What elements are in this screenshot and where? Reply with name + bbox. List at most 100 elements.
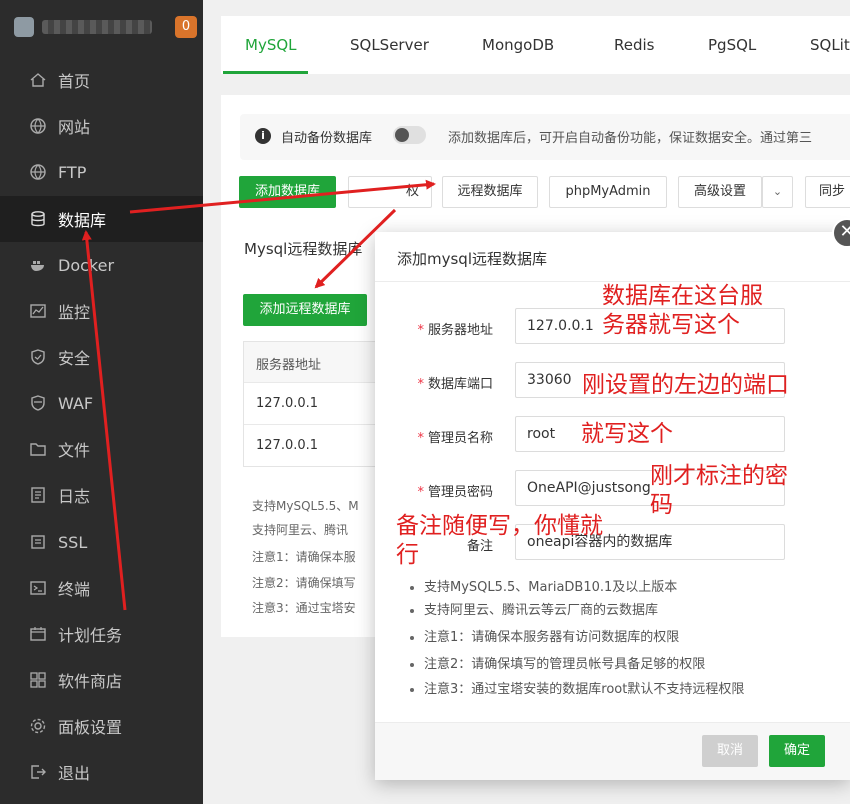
background-tip: 注意2：请确保填写 bbox=[252, 576, 356, 590]
ssl-icon bbox=[31, 535, 45, 549]
tab-mongodb[interactable]: MongoDB bbox=[482, 36, 554, 54]
db-port-label: * 数据库端口 bbox=[417, 377, 493, 392]
globe-icon bbox=[30, 164, 46, 180]
sidebar-item-waf[interactable]: WAF bbox=[0, 380, 203, 426]
modal-tip: 注意2：请确保填写的管理员帐号具备足够的权限 bbox=[410, 653, 705, 672]
sidebar-item-label: 计划任务 bbox=[58, 626, 123, 645]
apps-icon bbox=[30, 672, 46, 688]
sidebar-item-label: WAF bbox=[58, 393, 94, 413]
confirm-button[interactable]: 确定 bbox=[769, 735, 825, 767]
sidebar-item-label: 首页 bbox=[58, 72, 91, 91]
background-tip: 注意1：请确保本服 bbox=[252, 550, 356, 564]
remote-db-table: 服务器地址 127.0.0.1 127.0.0.1 bbox=[243, 341, 383, 467]
docker-icon bbox=[31, 261, 44, 271]
auto-backup-text: 添加数据库后，可开启自动备份功能，保证数据安全。通过第三 bbox=[448, 131, 813, 146]
admin-name-label: * 管理员名称 bbox=[417, 431, 493, 446]
annotation-server: 数据库在这台服 务器就写这个 bbox=[602, 283, 763, 338]
logo-icon bbox=[14, 17, 34, 37]
permission-button[interactable]: 权 bbox=[348, 176, 432, 208]
sidebar-header: 0 bbox=[0, 0, 203, 56]
tab-redis[interactable]: Redis bbox=[614, 36, 654, 54]
monitor-icon bbox=[30, 304, 46, 318]
annotation-port: 刚设置的左边的端口 bbox=[582, 372, 789, 398]
tab-mysql[interactable]: MySQL bbox=[245, 36, 297, 54]
modal-tip: 注意1：请确保本服务器有访问数据库的权限 bbox=[410, 626, 679, 645]
auto-backup-toggle[interactable] bbox=[393, 126, 426, 144]
sidebar-item-label: 网站 bbox=[58, 118, 91, 137]
sidebar-item-ftp[interactable]: FTP bbox=[0, 149, 203, 195]
server-address-label: * 服务器地址 bbox=[417, 323, 493, 338]
shield-icon bbox=[31, 349, 45, 365]
sidebar-item-label: 日志 bbox=[58, 487, 91, 506]
info-icon: i bbox=[255, 128, 271, 144]
tab-sqlserver[interactable]: SQLServer bbox=[350, 36, 429, 54]
admin-password-label: * 管理员密码 bbox=[417, 485, 493, 500]
gear-icon bbox=[30, 718, 46, 734]
phpmyadmin-button[interactable]: phpMyAdmin bbox=[549, 176, 667, 208]
sidebar-item-label: 软件商店 bbox=[58, 672, 123, 691]
sidebar-item-monitor[interactable]: 监控 bbox=[0, 288, 203, 334]
sidebar-item-database[interactable]: 数据库 bbox=[0, 196, 203, 242]
sidebar-item-label: 安全 bbox=[58, 349, 91, 368]
calendar-icon bbox=[30, 627, 46, 641]
sidebar-item-docker[interactable]: Docker bbox=[0, 242, 203, 288]
sidebar-item-security[interactable]: 安全 bbox=[0, 334, 203, 380]
sidebar-item-cron[interactable]: 计划任务 bbox=[0, 611, 203, 657]
home-icon bbox=[30, 73, 46, 87]
sync-button[interactable]: 同步 bbox=[805, 176, 850, 208]
log-icon bbox=[31, 487, 45, 503]
sidebar-item-label: 文件 bbox=[58, 441, 91, 460]
add-database-button[interactable]: 添加数据库 bbox=[239, 176, 336, 208]
sidebar-item-home[interactable]: 首页 bbox=[0, 57, 203, 103]
modal-title: 添加mysql远程数据库 bbox=[397, 250, 547, 268]
sidebar-item-label: 退出 bbox=[58, 764, 91, 783]
sidebar-item-logs[interactable]: 日志 bbox=[0, 472, 203, 518]
auto-backup-label: 自动备份数据库 bbox=[281, 131, 373, 146]
modal-tip: 支持阿里云、腾讯云等云厂商的云数据库 bbox=[410, 599, 658, 618]
waf-shield-icon bbox=[31, 395, 45, 411]
sidebar-item-terminal[interactable]: 终端 bbox=[0, 565, 203, 611]
active-tab-indicator bbox=[223, 71, 308, 74]
sidebar-item-logout[interactable]: 退出 bbox=[0, 749, 203, 795]
annotation-username: 就写这个 bbox=[581, 421, 673, 447]
sidebar-item-website[interactable]: 网站 bbox=[0, 103, 203, 149]
logout-icon bbox=[31, 765, 46, 779]
table-row: 127.0.0.1 bbox=[244, 424, 382, 466]
chevron-down-icon: ⌄ bbox=[772, 185, 783, 198]
sidebar-item-label: Docker bbox=[58, 255, 115, 275]
notification-badge[interactable]: 0 bbox=[175, 16, 197, 38]
sidebar-item-label: 终端 bbox=[58, 580, 91, 599]
close-icon: ✕ bbox=[839, 221, 850, 242]
background-tip: 支持MySQL5.5、M bbox=[252, 499, 359, 513]
add-remote-database-button[interactable]: 添加远程数据库 bbox=[243, 294, 367, 326]
advanced-settings-button[interactable]: 高级设置 bbox=[678, 176, 762, 208]
terminal-icon bbox=[30, 581, 46, 595]
sidebar: 0 首页 网站 FTP 数据库 Docker 监控 安全 WAF 文件 日志 S… bbox=[0, 0, 203, 804]
table-header-server: 服务器地址 bbox=[244, 342, 382, 382]
database-icon bbox=[31, 211, 45, 227]
section-title: Mysql远程数据库 bbox=[244, 240, 363, 258]
background-tip: 注意3：通过宝塔安 bbox=[252, 601, 356, 615]
tab-sqlite[interactable]: SQLit bbox=[810, 36, 850, 54]
annotation-remark: 备注随便写，你懂就 行 bbox=[396, 513, 603, 568]
globe-icon bbox=[30, 118, 46, 134]
advanced-settings-dropdown[interactable]: ⌄ bbox=[762, 176, 793, 208]
sidebar-item-label: FTP bbox=[58, 162, 87, 182]
sidebar-item-store[interactable]: 软件商店 bbox=[0, 657, 203, 703]
folder-icon bbox=[30, 443, 46, 456]
remote-database-button[interactable]: 远程数据库 bbox=[442, 176, 538, 208]
annotation-password: 刚才标注的密 码 bbox=[650, 463, 788, 518]
sidebar-item-ssl[interactable]: SSL bbox=[0, 519, 203, 565]
server-name-blurred bbox=[42, 20, 152, 34]
sidebar-item-settings[interactable]: 面板设置 bbox=[0, 703, 203, 749]
modal-header: 添加mysql远程数据库 bbox=[375, 232, 850, 282]
sidebar-item-label: 数据库 bbox=[58, 211, 107, 230]
background-tip: 支持阿里云、腾讯 bbox=[252, 523, 349, 537]
modal-tip: 支持MySQL5.5、MariaDB10.1及以上版本 bbox=[410, 576, 677, 595]
sidebar-item-label: SSL bbox=[58, 532, 88, 552]
modal-tip: 注意3：通过宝塔安装的数据库root默认不支持远程权限 bbox=[410, 678, 744, 697]
tab-pgsql[interactable]: PgSQL bbox=[708, 36, 756, 54]
sidebar-item-files[interactable]: 文件 bbox=[0, 426, 203, 472]
table-row: 127.0.0.1 bbox=[244, 382, 382, 424]
cancel-button[interactable]: 取消 bbox=[702, 735, 758, 767]
